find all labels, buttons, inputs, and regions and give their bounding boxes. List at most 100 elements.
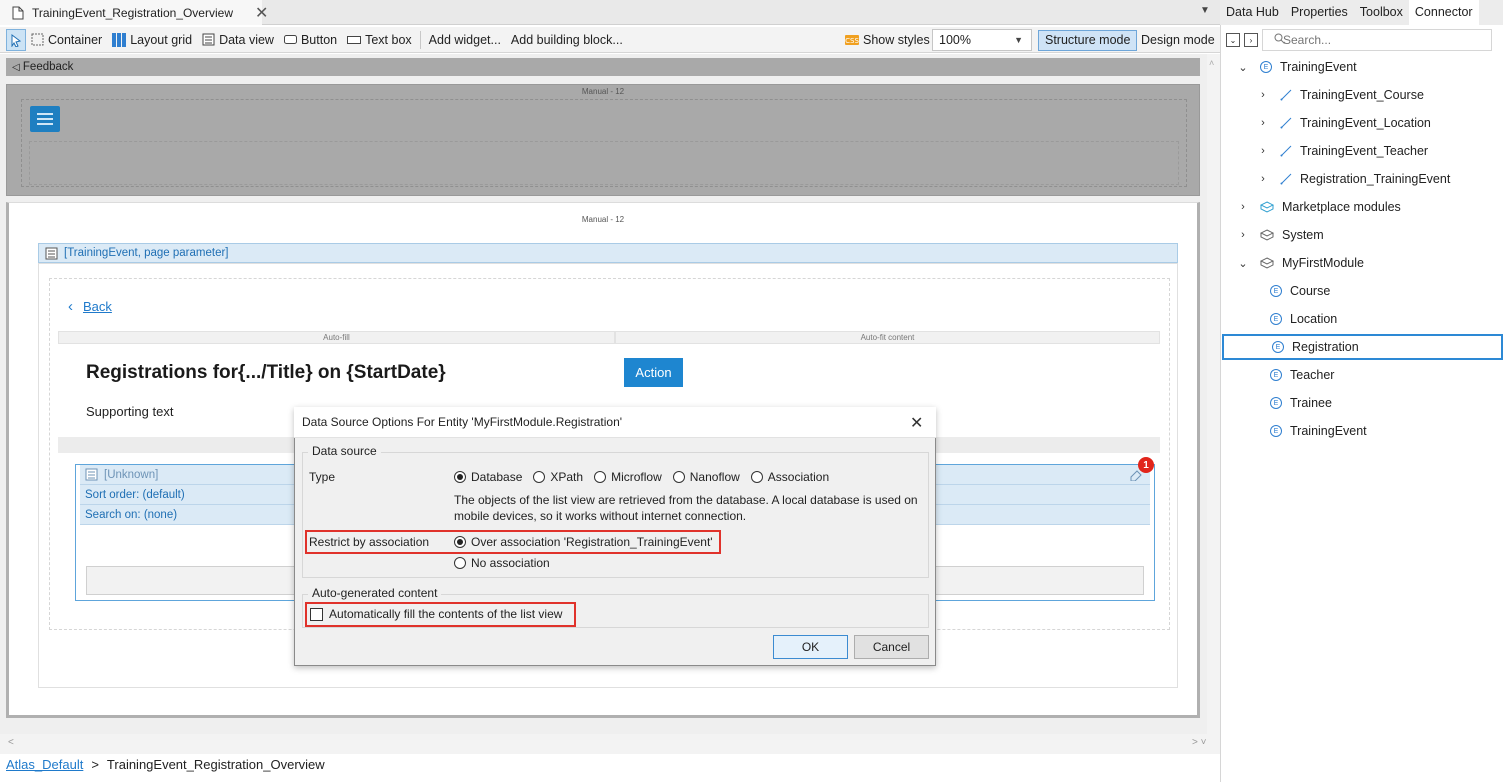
add-widget-button[interactable]: Add widget... xyxy=(424,29,506,51)
data-view-label: Data view xyxy=(219,32,274,47)
tree-item[interactable]: E Registration xyxy=(1222,334,1503,360)
add-building-block-button[interactable]: Add building block... xyxy=(506,29,628,51)
cancel-button[interactable]: Cancel xyxy=(854,635,929,659)
close-tab-icon[interactable]: ✕ xyxy=(255,3,268,23)
chevron-right-icon[interactable]: › xyxy=(1236,201,1250,213)
chevron-right-icon[interactable]: › xyxy=(1256,145,1270,157)
close-icon[interactable]: ✕ xyxy=(910,413,923,433)
select-tool-button[interactable] xyxy=(6,28,26,51)
chevron-down-icon[interactable]: ⌄ xyxy=(1236,61,1250,74)
radio-icon xyxy=(750,471,763,483)
tree-item[interactable]: › TrainingEvent_Teacher xyxy=(1222,138,1503,164)
tree-item-label: Marketplace modules xyxy=(1282,200,1401,214)
tree-item[interactable]: ⌄ E TrainingEvent xyxy=(1222,54,1503,80)
association-icon xyxy=(1280,117,1292,129)
chevron-right-icon[interactable]: › xyxy=(1236,229,1250,241)
tree-item[interactable]: E Trainee xyxy=(1222,390,1503,416)
tab-data-hub[interactable]: Data Hub xyxy=(1220,0,1285,25)
chevron-down-icon[interactable]: ⌄ xyxy=(1236,257,1250,270)
collapse-all-icon[interactable]: ⌄ xyxy=(1226,33,1240,47)
scroll-right-icon[interactable]: > ˅ xyxy=(1192,737,1206,748)
tab-toolbox[interactable]: Toolbox xyxy=(1354,0,1409,25)
page-file-icon xyxy=(12,6,24,20)
tree-item[interactable]: › Registration_TrainingEvent xyxy=(1222,166,1503,192)
back-button[interactable]: ‹ Back xyxy=(68,298,112,315)
tree-item-label: TrainingEvent_Course xyxy=(1300,88,1424,102)
module-icon xyxy=(1260,201,1274,213)
horizontal-scrollbar[interactable]: < > ˅ xyxy=(0,734,1220,754)
type-association-radio[interactable]: Association xyxy=(750,470,829,484)
expand-all-icon[interactable]: › xyxy=(1244,33,1258,47)
tree-item[interactable]: ⌄ MyFirstModule xyxy=(1222,250,1503,276)
header-layout-grid[interactable]: Manual - 12 xyxy=(6,84,1200,196)
autofill-checkbox[interactable]: Automatically fill the contents of the l… xyxy=(310,607,562,621)
tree-item[interactable]: E Course xyxy=(1222,278,1503,304)
pointer-icon xyxy=(9,33,23,47)
autofit-label: Auto-fit content xyxy=(860,333,915,342)
breadcrumb-separator: > xyxy=(91,757,99,772)
layout-grid-tool-button[interactable]: Layout grid xyxy=(107,29,197,51)
structure-mode-button[interactable]: Structure mode xyxy=(1038,30,1138,51)
zoom-select[interactable]: 100% ▼ xyxy=(932,29,1032,51)
tree-item[interactable]: E Location xyxy=(1222,306,1503,332)
show-styles-button[interactable]: CSS Show styles xyxy=(840,29,935,51)
breadcrumb-layout-link[interactable]: Atlas_Default xyxy=(6,757,83,772)
document-tab[interactable]: TrainingEvent_Registration_Overview ✕ xyxy=(0,0,268,25)
tab-properties[interactable]: Properties xyxy=(1285,0,1354,25)
data-view-icon xyxy=(202,33,215,46)
supporting-text[interactable]: Supporting text xyxy=(86,404,173,419)
module-icon xyxy=(1260,229,1274,241)
autofill-label: Auto-fill xyxy=(323,333,350,342)
ok-button[interactable]: OK xyxy=(773,635,848,659)
design-mode-button[interactable]: Design mode xyxy=(1141,30,1215,51)
tree-item[interactable]: › TrainingEvent_Location xyxy=(1222,110,1503,136)
data-source-group-title: Data source xyxy=(308,444,381,458)
hamburger-menu-icon[interactable] xyxy=(30,106,60,132)
dataview-header-label: [TrainingEvent, page parameter] xyxy=(64,247,229,259)
vertical-scrollbar[interactable]: ˄ xyxy=(1207,54,1220,734)
module-icon xyxy=(1260,257,1274,269)
tree-item[interactable]: E TrainingEvent xyxy=(1222,418,1503,444)
type-xpath-radio[interactable]: XPath xyxy=(533,470,583,484)
tree-item[interactable]: › System xyxy=(1222,222,1503,248)
text-box-tool-button[interactable]: Text box xyxy=(342,29,417,51)
no-association-radio[interactable]: No association xyxy=(454,556,550,570)
tree-item[interactable]: E Teacher xyxy=(1222,362,1503,388)
layout-column-label: Manual - 12 xyxy=(581,87,625,96)
dataview-header[interactable]: [TrainingEvent, page parameter] xyxy=(38,243,1178,263)
tree-item[interactable]: › Marketplace modules xyxy=(1222,194,1503,220)
type-database-radio[interactable]: Database xyxy=(454,470,522,484)
tab-list-dropdown-icon[interactable]: ▼ xyxy=(1200,5,1210,16)
data-view-icon xyxy=(45,247,58,260)
button-tool-button[interactable]: Button xyxy=(279,29,342,51)
radio-label: Nanoflow xyxy=(689,470,740,484)
tree-item[interactable]: › TrainingEvent_Course xyxy=(1222,82,1503,108)
chevron-right-icon[interactable]: › xyxy=(1256,173,1270,185)
container-tool-button[interactable]: Container xyxy=(26,29,107,51)
chevron-right-icon[interactable]: › xyxy=(1256,89,1270,101)
page-editor-toolbar: Container Layout grid Data view Button T… xyxy=(0,27,1220,53)
chevron-right-icon[interactable]: › xyxy=(1256,117,1270,129)
scroll-left-icon[interactable]: < xyxy=(8,737,14,748)
tab-connector[interactable]: Connector xyxy=(1408,0,1479,25)
error-badge: 1 xyxy=(1138,457,1154,473)
feedback-widget[interactable]: ◁ Feedback xyxy=(6,58,1200,76)
type-nanoflow-radio[interactable]: Nanoflow xyxy=(672,470,740,484)
entity-icon: E xyxy=(1270,285,1282,297)
header-inner-container xyxy=(29,141,1179,185)
tree-item-label: Course xyxy=(1290,284,1331,298)
scroll-up-icon[interactable]: ˄ xyxy=(1209,58,1214,68)
data-view-tool-button[interactable]: Data view xyxy=(197,29,279,51)
layout-grid-label: Layout grid xyxy=(130,32,193,47)
action-button[interactable]: Action xyxy=(624,358,683,387)
radio-icon xyxy=(672,471,685,483)
over-association-radio[interactable]: Over association 'Registration_TrainingE… xyxy=(454,535,713,549)
dialog-title: Data Source Options For Entity 'MyFirstM… xyxy=(294,407,936,438)
tree-item-label: Registration xyxy=(1292,340,1359,354)
search-input[interactable] xyxy=(1262,29,1492,51)
list-view-icon xyxy=(85,468,98,481)
css-icon: CSS xyxy=(845,35,859,45)
type-microflow-radio[interactable]: Microflow xyxy=(594,470,662,484)
page-heading[interactable]: Registrations for{.../Title} on {StartDa… xyxy=(86,362,446,384)
type-radio-group: Database XPath Microflow Nanoflow Associ… xyxy=(454,470,829,484)
